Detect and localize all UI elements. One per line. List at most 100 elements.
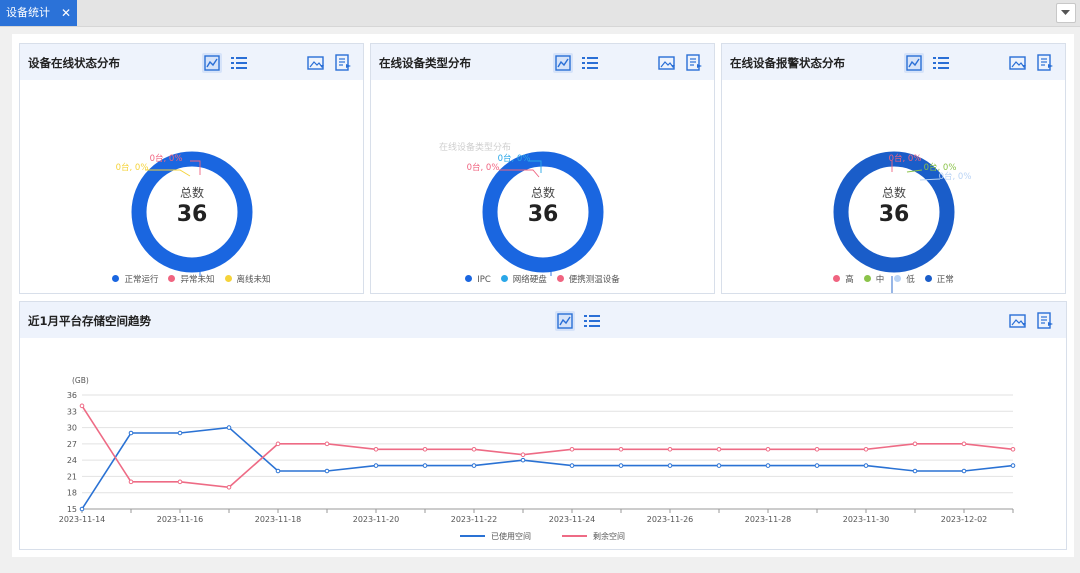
data-point[interactable] bbox=[324, 441, 330, 447]
tab-bar: 设备统计 ✕ bbox=[0, 0, 1080, 27]
save-image-button[interactable] bbox=[1008, 53, 1028, 73]
save-image-button[interactable] bbox=[306, 53, 326, 73]
series-line[interactable] bbox=[81, 426, 1014, 510]
export-button[interactable] bbox=[333, 53, 353, 73]
x-tick-label: 2023-12-02 bbox=[941, 515, 988, 524]
data-point[interactable] bbox=[814, 446, 820, 452]
data-point[interactable] bbox=[912, 468, 918, 474]
data-point[interactable] bbox=[422, 446, 428, 452]
chart-view-button[interactable] bbox=[555, 311, 575, 331]
data-point[interactable] bbox=[667, 463, 673, 468]
legend-item[interactable]: 正常 bbox=[924, 273, 954, 285]
data-point[interactable] bbox=[373, 446, 379, 452]
data-point[interactable] bbox=[569, 446, 575, 452]
data-point[interactable] bbox=[177, 430, 183, 436]
legend-label[interactable]: 已使用空间 bbox=[491, 531, 531, 541]
data-point[interactable] bbox=[961, 441, 967, 447]
slice-label: 0台, 0% bbox=[939, 171, 972, 182]
slice-label: 0台, 0% bbox=[150, 153, 183, 164]
legend-dot bbox=[556, 275, 564, 282]
data-point[interactable] bbox=[618, 446, 624, 452]
data-point[interactable] bbox=[79, 403, 85, 409]
total-label: 总数 bbox=[881, 186, 906, 200]
close-icon[interactable]: ✕ bbox=[61, 0, 71, 26]
panel-title: 近1月平台存储空间趋势 bbox=[28, 314, 152, 328]
data-point[interactable] bbox=[226, 484, 232, 490]
data-point[interactable] bbox=[520, 457, 526, 463]
list-view-button[interactable] bbox=[580, 53, 600, 73]
export-button[interactable] bbox=[1035, 311, 1055, 331]
legend-item[interactable]: 异常未知 bbox=[168, 273, 215, 285]
data-point[interactable] bbox=[226, 425, 232, 430]
y-tick-label: 30 bbox=[67, 424, 77, 433]
slice-label: 0台, 0% bbox=[116, 162, 149, 173]
legend-label[interactable]: 剩余空间 bbox=[593, 531, 625, 541]
legend-label: IPC bbox=[477, 275, 491, 285]
data-point[interactable] bbox=[863, 463, 869, 468]
data-point[interactable] bbox=[177, 479, 183, 485]
list-view-button[interactable] bbox=[229, 53, 249, 73]
legend-label: 高 bbox=[845, 275, 854, 285]
data-point[interactable] bbox=[1010, 446, 1016, 452]
data-point[interactable] bbox=[667, 446, 673, 452]
chart-icon bbox=[557, 313, 573, 329]
x-tick-label: 2023-11-26 bbox=[647, 515, 694, 524]
legend-item[interactable]: IPC bbox=[465, 275, 491, 285]
donut-center: 总数 36 bbox=[844, 184, 944, 227]
y-tick-label: 15 bbox=[67, 505, 77, 514]
data-point[interactable] bbox=[814, 463, 820, 468]
legend-item[interactable]: 高 bbox=[833, 273, 854, 285]
data-point[interactable] bbox=[79, 506, 85, 512]
chart-view-button[interactable] bbox=[904, 53, 924, 73]
data-point[interactable] bbox=[912, 441, 918, 447]
data-point[interactable] bbox=[961, 468, 967, 474]
legend-label: 中 bbox=[875, 275, 885, 285]
legend-item[interactable]: 低 bbox=[894, 273, 915, 285]
tab-device-stats[interactable]: 设备统计 ✕ bbox=[0, 0, 77, 26]
chart-view-button[interactable] bbox=[202, 53, 222, 73]
data-point[interactable] bbox=[275, 468, 281, 474]
chart-view-button[interactable] bbox=[553, 53, 573, 73]
series-line[interactable] bbox=[81, 405, 1014, 489]
export-icon bbox=[686, 54, 702, 71]
export-button[interactable] bbox=[1035, 53, 1055, 73]
data-point[interactable] bbox=[471, 463, 477, 468]
legend-item[interactable]: 网络硬盘 bbox=[500, 273, 547, 285]
legend-dot bbox=[224, 275, 232, 282]
data-point[interactable] bbox=[863, 446, 869, 452]
list-icon bbox=[582, 57, 598, 69]
image-download-icon bbox=[307, 56, 324, 70]
data-point[interactable] bbox=[520, 452, 526, 458]
legend-label: 正常 bbox=[936, 275, 954, 285]
list-view-button[interactable] bbox=[582, 311, 602, 331]
data-point[interactable] bbox=[569, 463, 575, 468]
legend-item[interactable]: 正常运行 bbox=[112, 273, 158, 285]
data-point[interactable] bbox=[324, 468, 330, 474]
data-point[interactable] bbox=[422, 463, 428, 468]
data-point[interactable] bbox=[275, 441, 281, 447]
panel-3: 在线设备报警状态分布0台, 0%0台, 0%0台, 0%36台, 100%总数3… bbox=[721, 43, 1066, 294]
data-point[interactable] bbox=[373, 463, 379, 468]
data-point[interactable] bbox=[716, 446, 722, 452]
data-point[interactable] bbox=[128, 479, 134, 485]
data-point[interactable] bbox=[471, 446, 477, 452]
slice-label: 0台, 0% bbox=[498, 153, 531, 164]
legend-dot bbox=[500, 275, 508, 282]
chart-legend: 正常运行 异常未知 离线未知 bbox=[20, 273, 363, 285]
save-image-button[interactable] bbox=[657, 53, 677, 73]
legend-item[interactable]: 离线未知 bbox=[224, 273, 271, 285]
data-point[interactable] bbox=[618, 463, 624, 468]
save-image-button[interactable] bbox=[1008, 311, 1028, 331]
data-point[interactable] bbox=[1010, 463, 1016, 468]
tab-dropdown-button[interactable] bbox=[1056, 3, 1076, 23]
data-point[interactable] bbox=[765, 463, 771, 468]
legend-item[interactable]: 便携测温设备 bbox=[556, 273, 620, 285]
list-view-button[interactable] bbox=[931, 53, 951, 73]
data-point[interactable] bbox=[716, 463, 722, 468]
legend-label: 低 bbox=[906, 275, 915, 285]
data-point[interactable] bbox=[765, 446, 771, 452]
export-icon bbox=[335, 54, 351, 71]
legend-item[interactable]: 中 bbox=[863, 273, 885, 285]
data-point[interactable] bbox=[128, 430, 134, 436]
export-button[interactable] bbox=[684, 53, 704, 73]
